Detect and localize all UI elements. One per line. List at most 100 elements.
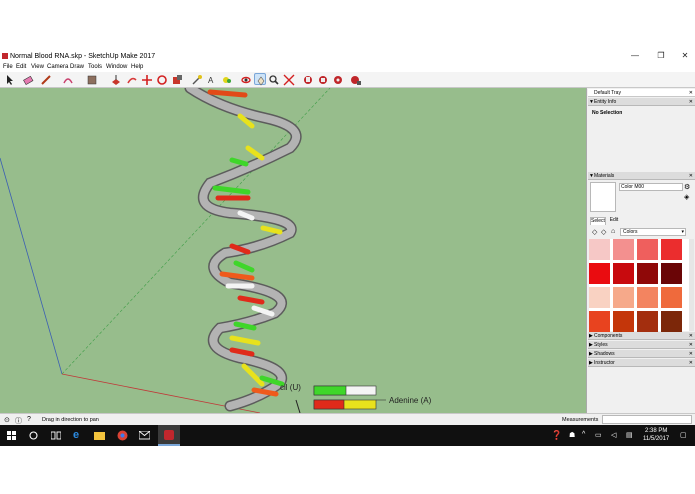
materials-header[interactable]: ▼ Materials ✕ bbox=[588, 172, 695, 180]
panel-close-icon[interactable]: ✕ bbox=[689, 359, 693, 367]
collapse-arrow-icon: ▼ bbox=[589, 99, 594, 105]
color-swatch[interactable] bbox=[613, 239, 634, 260]
rna-helix-model[interactable]: Adenine (A) cil (U) bbox=[0, 88, 586, 413]
panel-close-icon[interactable]: ✕ bbox=[689, 172, 693, 180]
color-swatch[interactable] bbox=[589, 287, 610, 308]
shape-tool-icon[interactable] bbox=[86, 73, 98, 85]
notifications-icon[interactable]: ▢ bbox=[680, 431, 687, 439]
select-tool-icon[interactable] bbox=[4, 73, 16, 85]
task-view-icon[interactable] bbox=[51, 431, 61, 440]
color-swatch[interactable] bbox=[589, 263, 610, 284]
eraser-tool-icon[interactable] bbox=[22, 73, 34, 86]
shadows-header[interactable]: ▶ Shadows ✕ bbox=[588, 350, 695, 358]
edge-browser-icon[interactable]: e bbox=[73, 429, 79, 441]
swatch-scrollbar[interactable] bbox=[689, 239, 694, 331]
sketchup-taskbar-button[interactable] bbox=[158, 425, 180, 446]
library-select[interactable]: Colors ▾ bbox=[620, 228, 686, 236]
color-swatch[interactable] bbox=[661, 311, 682, 332]
instructor-header[interactable]: ▶ Instructor ✕ bbox=[588, 359, 695, 367]
maximize-button[interactable]: ❐ bbox=[654, 50, 668, 62]
color-swatch[interactable] bbox=[661, 287, 682, 308]
menu-file[interactable]: File bbox=[3, 64, 13, 70]
menu-window[interactable]: Window bbox=[106, 64, 127, 70]
follow-me-tool-icon[interactable] bbox=[126, 73, 138, 85]
scale-tool-icon[interactable] bbox=[171, 73, 183, 85]
menu-edit[interactable]: Edit bbox=[16, 64, 26, 70]
base-rung bbox=[237, 295, 265, 305]
color-swatch[interactable] bbox=[589, 311, 610, 332]
share-model-icon[interactable] bbox=[317, 73, 329, 85]
home-icon[interactable]: ⌂ bbox=[611, 228, 615, 235]
orbit-tool-icon[interactable] bbox=[240, 73, 252, 85]
menu-draw[interactable]: Draw bbox=[70, 64, 84, 70]
panel-close-icon[interactable]: ✕ bbox=[689, 341, 693, 349]
text-tool-icon[interactable]: A bbox=[206, 73, 218, 85]
color-swatch[interactable] bbox=[589, 239, 610, 260]
back-icon[interactable]: ◇ bbox=[592, 228, 597, 236]
entity-info-header[interactable]: ▼ Entity Info ✕ bbox=[588, 98, 695, 106]
color-swatch[interactable] bbox=[661, 239, 682, 260]
eyedropper-icon[interactable]: ⚙ bbox=[684, 184, 690, 191]
network-icon[interactable]: ▭ bbox=[595, 431, 602, 439]
tab-edit[interactable]: Edit bbox=[607, 217, 621, 225]
share-component-icon[interactable] bbox=[332, 73, 344, 85]
menu-help[interactable]: Help bbox=[131, 64, 143, 70]
color-swatch[interactable] bbox=[613, 311, 634, 332]
minimize-button[interactable]: — bbox=[628, 50, 642, 62]
color-swatch[interactable] bbox=[637, 311, 658, 332]
menu-camera[interactable]: Camera bbox=[47, 64, 68, 70]
uracil-label: cil (U) bbox=[280, 383, 301, 392]
zoom-tool-icon[interactable] bbox=[268, 73, 280, 85]
sketchup-logo-icon bbox=[2, 53, 8, 59]
rotate-tool-icon[interactable] bbox=[156, 73, 168, 85]
paint-bucket-icon[interactable] bbox=[221, 73, 233, 85]
search-icon[interactable] bbox=[29, 431, 38, 440]
material-name-field[interactable]: Color M00 bbox=[619, 183, 683, 191]
styles-header[interactable]: ▶ Styles ✕ bbox=[588, 341, 695, 349]
panel-close-icon[interactable]: ✕ bbox=[689, 350, 693, 358]
mail-icon[interactable] bbox=[139, 431, 150, 440]
arc-tool-icon[interactable] bbox=[62, 73, 74, 85]
components-header[interactable]: ▶ Components ✕ bbox=[588, 332, 695, 340]
color-swatch[interactable] bbox=[613, 287, 634, 308]
status-hint: Drag in direction to pan bbox=[42, 417, 99, 423]
volume-icon[interactable]: ◁ bbox=[611, 431, 616, 439]
geo-location-icon[interactable]: ⊙ bbox=[4, 416, 10, 424]
panel-close-icon[interactable]: ✕ bbox=[689, 98, 693, 106]
warehouse-icon[interactable] bbox=[302, 73, 314, 85]
push-pull-tool-icon[interactable] bbox=[110, 73, 122, 85]
panel-close-icon[interactable]: ✕ bbox=[689, 332, 693, 340]
tab-select[interactable]: Select bbox=[590, 217, 606, 225]
pan-tool-icon[interactable] bbox=[254, 73, 266, 86]
tape-measure-icon[interactable] bbox=[191, 73, 203, 85]
forward-icon[interactable]: ◇ bbox=[601, 228, 606, 236]
styles-title: Styles bbox=[594, 342, 608, 348]
measurements-input[interactable] bbox=[602, 415, 692, 424]
color-swatch[interactable] bbox=[637, 263, 658, 284]
line-tool-icon[interactable] bbox=[40, 73, 52, 85]
color-swatch[interactable] bbox=[637, 287, 658, 308]
base-rung bbox=[229, 157, 249, 167]
clock-time[interactable]: 2:38 PM bbox=[645, 428, 667, 434]
zoom-extents-icon[interactable] bbox=[283, 73, 295, 86]
3d-viewport[interactable]: Adenine (A) cil (U) bbox=[0, 88, 586, 413]
clock-date[interactable]: 11/5/2017 bbox=[643, 436, 669, 442]
create-material-icon[interactable]: ◈ bbox=[684, 194, 689, 201]
menu-view[interactable]: View bbox=[31, 64, 44, 70]
color-swatch[interactable] bbox=[637, 239, 658, 260]
help-icon[interactable]: ? bbox=[27, 416, 31, 423]
file-explorer-icon[interactable] bbox=[94, 431, 105, 440]
people-icon[interactable]: ☗ bbox=[569, 431, 575, 439]
color-swatch[interactable] bbox=[661, 263, 682, 284]
windows-start-icon[interactable] bbox=[7, 431, 16, 440]
keyboard-icon[interactable]: ▤ bbox=[626, 431, 633, 439]
chrome-icon[interactable] bbox=[117, 430, 128, 441]
tray-close-icon[interactable]: ✕ bbox=[689, 89, 693, 97]
help-tray-icon[interactable]: ❓ bbox=[551, 430, 562, 441]
menu-tools[interactable]: Tools bbox=[88, 64, 102, 70]
extension-warehouse-icon[interactable] bbox=[350, 73, 362, 85]
color-swatch[interactable] bbox=[613, 263, 634, 284]
close-button[interactable]: ✕ bbox=[678, 50, 692, 62]
chevron-up-icon[interactable]: ^ bbox=[582, 431, 585, 438]
move-tool-icon[interactable] bbox=[141, 73, 153, 85]
